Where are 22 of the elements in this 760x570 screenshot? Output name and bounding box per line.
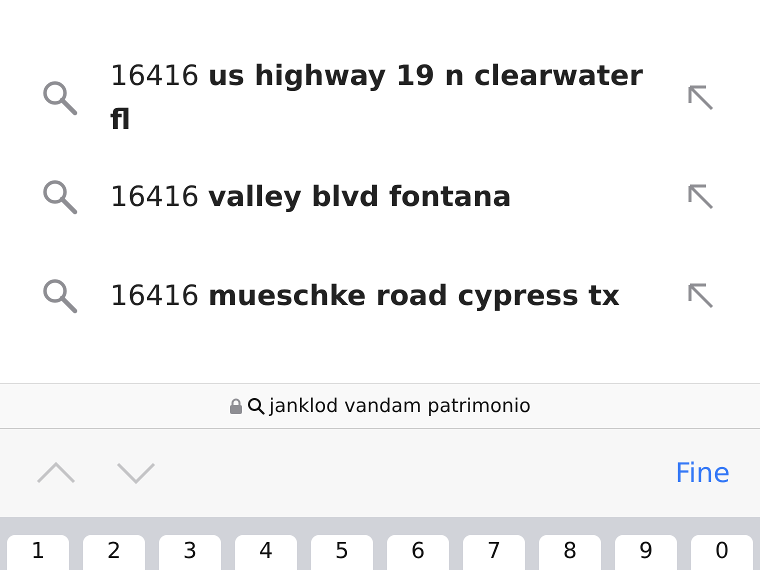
fill-arrow-icon[interactable] <box>686 182 716 212</box>
key[interactable]: 6 <box>387 535 449 570</box>
done-button[interactable]: Fine <box>675 458 730 488</box>
key[interactable]: 4 <box>235 535 297 570</box>
suggestion-text[interactable]: 16416 valley blvd fontana <box>110 174 670 218</box>
fill-arrow-icon[interactable] <box>686 280 716 310</box>
key[interactable]: 3 <box>159 535 221 570</box>
fill-arrow-icon[interactable] <box>686 82 716 112</box>
key[interactable]: 5 <box>311 535 373 570</box>
address-text[interactable]: janklod vandam patrimonio <box>269 395 531 417</box>
suggestion-text[interactable]: 16416 mueschke road cypress tx <box>110 274 670 318</box>
key[interactable]: 2 <box>83 535 145 570</box>
chevron-down-icon[interactable] <box>116 461 156 485</box>
key[interactable]: 8 <box>539 535 601 570</box>
chevron-up-icon[interactable] <box>36 461 76 485</box>
search-icon <box>247 397 266 415</box>
key[interactable]: 1 <box>7 535 69 570</box>
key[interactable]: 0 <box>691 535 753 570</box>
key[interactable]: 9 <box>615 535 677 570</box>
suggestion-text[interactable]: 16416 us highway 19 n clearwater fl <box>110 54 670 142</box>
key[interactable]: 7 <box>463 535 525 570</box>
lock-icon <box>229 398 244 414</box>
